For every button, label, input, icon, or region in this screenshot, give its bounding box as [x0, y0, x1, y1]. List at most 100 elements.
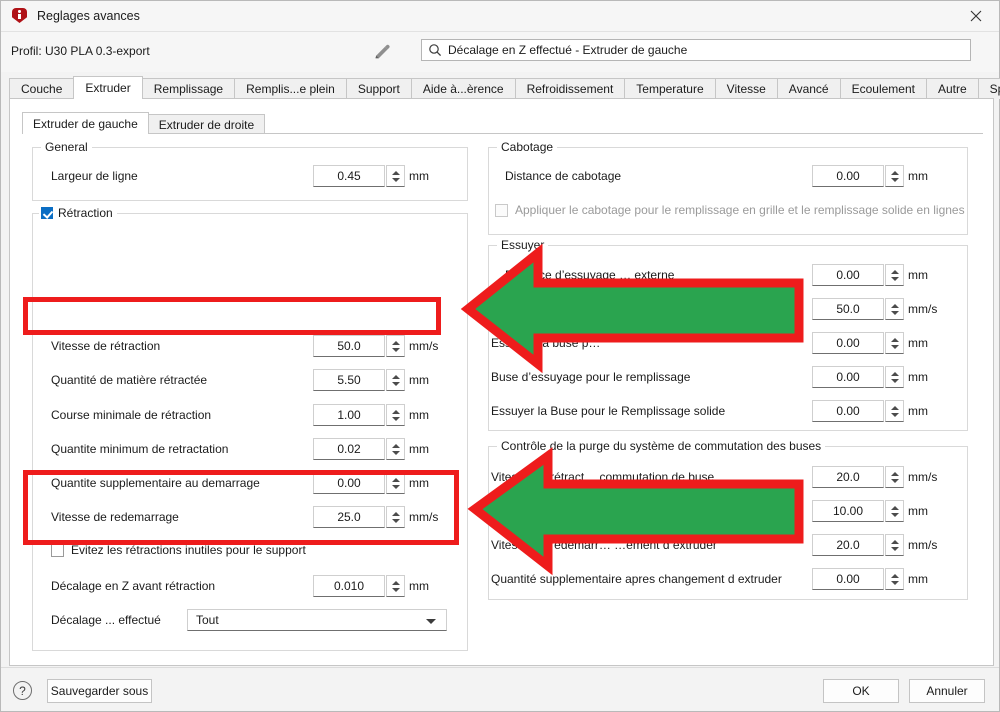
spinner-buttons[interactable] [885, 332, 904, 354]
spinner-essuyer-row2[interactable]: 50.0 [812, 298, 904, 320]
cancel-button[interactable]: Annuler [909, 679, 985, 703]
tab-temperature[interactable]: Temperature [624, 78, 716, 99]
spinner-value[interactable]: 0.02 [313, 438, 385, 460]
spinner-value[interactable]: 0.45 [313, 165, 385, 187]
spinner-buttons[interactable] [885, 264, 904, 286]
spinner-value[interactable]: 10.00 [812, 500, 884, 522]
spinner-buttons[interactable] [386, 165, 405, 187]
search-box[interactable]: Décalage en Z effectué - Extruder de gau… [421, 39, 971, 61]
spinner-value[interactable]: 1.00 [313, 404, 385, 426]
spinner-purge-row2[interactable]: 10.00 [812, 500, 904, 522]
tab-label: Remplissage [153, 82, 224, 96]
spinner-buttons[interactable] [885, 500, 904, 522]
tab-aide-rence[interactable]: Aide à...èrence [410, 78, 516, 99]
unit-vitesse-de-redemarrage: mm/s [409, 510, 439, 524]
spinner-buttons[interactable] [885, 366, 904, 388]
spinner-buttons[interactable] [386, 472, 405, 494]
advanced-settings-dialog: Reglages avances Profil: U30 PLA 0.3-exp… [0, 0, 1000, 712]
spinner-buttons[interactable] [386, 438, 405, 460]
spinner-quantite-matiere-retractee[interactable]: 5.50 [313, 369, 405, 391]
spinner-value[interactable]: 0.010 [313, 575, 385, 597]
spinner-value[interactable]: 0.00 [812, 332, 884, 354]
group-retraction-title[interactable]: Rétraction [39, 206, 117, 220]
tab-couche[interactable]: Couche [9, 78, 75, 99]
spinner-decalage-en-z-avant-retraction[interactable]: 0.010 [313, 575, 405, 597]
spinner-buttons[interactable] [386, 575, 405, 597]
group-retraction-label: Rétraction [58, 206, 113, 220]
spinner-vitesse-redemarrage-changement-extruder[interactable]: 20.0 [812, 534, 904, 556]
subtab-extruder-de-droite[interactable]: Extruder de droite [147, 114, 266, 134]
spinner-buttons[interactable] [386, 506, 405, 528]
unit-vitesse-redemarrage-changement-extruder: mm/s [908, 538, 938, 552]
spinner-quantite-minimum-de-retractation[interactable]: 0.02 [313, 438, 405, 460]
tab-refroidissement[interactable]: Refroidissement [514, 78, 626, 99]
pencil-icon[interactable] [372, 43, 394, 63]
spinner-value[interactable]: 0.00 [812, 568, 884, 590]
spinner-course-minimale-de-retraction[interactable]: 1.00 [313, 404, 405, 426]
tab-label: Special [989, 82, 1000, 96]
spinner-value[interactable]: 0.00 [313, 472, 385, 494]
tab-label: Temperature [636, 82, 704, 96]
spinner-essuyez-la-buse[interactable]: 0.00 [812, 332, 904, 354]
subtab-extruder-de-gauche[interactable]: Extruder de gauche [22, 112, 149, 134]
search-input[interactable]: Décalage en Z effectué - Extruder de gau… [448, 43, 687, 57]
spinner-value[interactable]: 0.00 [812, 400, 884, 422]
tab-remplis-e-plein[interactable]: Remplis...e plein [234, 78, 347, 99]
spinner-value[interactable]: 20.0 [812, 466, 884, 488]
retraction-checkbox[interactable] [41, 207, 53, 219]
spinner-buttons[interactable] [885, 568, 904, 590]
spinner-buttons[interactable] [386, 335, 405, 357]
tab-label: Couche [21, 82, 63, 96]
tab-avanc[interactable]: Avancé [776, 78, 841, 99]
spinner-vitesse-de-retraction[interactable]: 50.0 [313, 335, 405, 357]
spinner-buttons[interactable] [386, 404, 405, 426]
window-title: Reglages avances [37, 9, 140, 23]
unit-quantite-matiere-retractee: mm [409, 373, 429, 387]
info-shield-icon [12, 8, 28, 24]
spinner-essuyer-buse-remplissage-solide[interactable]: 0.00 [812, 400, 904, 422]
tab-support[interactable]: Support [345, 78, 412, 99]
close-icon[interactable] [953, 1, 999, 31]
checkbox-box[interactable] [51, 543, 64, 557]
group-purge-title: Contrôle de la purge du système de commu… [497, 439, 826, 453]
spinner-value[interactable]: 0.00 [812, 264, 884, 286]
spinner-buse-essuyage-remplissage[interactable]: 0.00 [812, 366, 904, 388]
spinner-value[interactable]: 20.0 [812, 534, 884, 556]
spinner-quantite-supplementaire-au-demarrage[interactable]: 0.00 [313, 472, 405, 494]
tab-remplissage[interactable]: Remplissage [141, 78, 236, 99]
checkbox-appliquer-cabotage: Appliquer le cabotage pour le remplissag… [495, 203, 965, 217]
unit-vitesse-de-retraction: mm/s [409, 339, 439, 353]
spinner-vitesse-de-redemarrage[interactable]: 25.0 [313, 506, 405, 528]
spinner-buttons[interactable] [885, 400, 904, 422]
label-largeur-de-ligne: Largeur de ligne [51, 169, 138, 183]
spinner-value[interactable]: 50.0 [812, 298, 884, 320]
spinner-buttons[interactable] [885, 466, 904, 488]
tab-special[interactable]: Special [977, 78, 1000, 99]
tab-autre[interactable]: Autre [925, 78, 979, 99]
spinner-vitesse-retraction-commutation-buse[interactable]: 20.0 [812, 466, 904, 488]
spinner-value[interactable]: 5.50 [313, 369, 385, 391]
spinner-value[interactable]: 0.00 [812, 165, 884, 187]
spinner-largeur-de-ligne[interactable]: 0.45 [313, 165, 405, 187]
spinner-distance-essuyage-externe[interactable]: 0.00 [812, 264, 904, 286]
chevron-down-icon[interactable] [426, 619, 436, 624]
spinner-distance-de-cabotage[interactable]: 0.00 [812, 165, 904, 187]
spinner-buttons[interactable] [885, 534, 904, 556]
tab-ecoulement[interactable]: Ecoulement [839, 78, 927, 99]
dropdown-decalage-effectue[interactable]: Tout [187, 609, 447, 631]
ok-button[interactable]: OK [823, 679, 899, 703]
help-label: ? [19, 683, 26, 698]
spinner-value[interactable]: 25.0 [313, 506, 385, 528]
spinner-value[interactable]: 0.00 [812, 366, 884, 388]
spinner-value[interactable]: 50.0 [313, 335, 385, 357]
spinner-quantite-supplementaire-changement-extruder[interactable]: 0.00 [812, 568, 904, 590]
spinner-buttons[interactable] [386, 369, 405, 391]
tab-extruder[interactable]: Extruder [73, 76, 143, 99]
help-icon[interactable]: ? [13, 681, 32, 700]
save-as-button[interactable]: Sauvegarder sous [47, 679, 152, 703]
group-cabotage: Cabotage [488, 140, 968, 235]
spinner-buttons[interactable] [885, 165, 904, 187]
checkbox-evitez-retractions-inutiles[interactable]: Évitez les rétractions inutiles pour le … [51, 543, 306, 557]
tab-vitesse[interactable]: Vitesse [714, 78, 778, 99]
spinner-buttons[interactable] [885, 298, 904, 320]
